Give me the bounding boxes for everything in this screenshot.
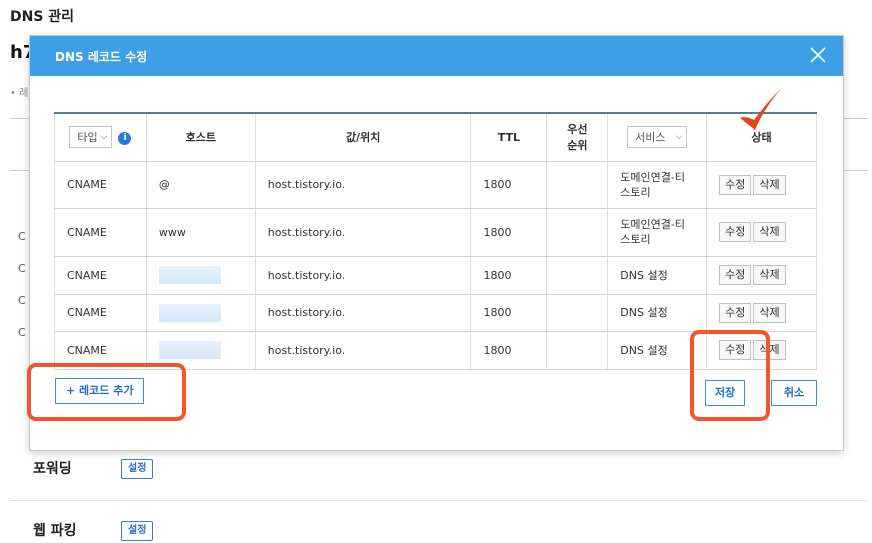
record-ttl: 1800 (470, 331, 547, 370)
close-icon[interactable] (807, 44, 829, 66)
divider (844, 170, 868, 171)
record-priority (546, 208, 608, 257)
webparking-settings-button[interactable]: 설정 (121, 521, 154, 541)
modal-header: DNS 레코드 수정 (30, 36, 843, 76)
record-priority (546, 294, 608, 332)
table-row: CNAME host.tistory.io. 1800 DNS 설정 수정 삭제 (54, 256, 817, 295)
priority-header-line1: 우선 (567, 123, 588, 137)
record-host: www (145, 208, 256, 257)
service-line: 스토리 (620, 185, 651, 199)
bg-row-fragment: C (18, 230, 26, 243)
record-value: host.tistory.io. (254, 294, 471, 332)
record-actions: 수정 삭제 (706, 161, 817, 209)
edit-record-button[interactable]: 수정 (719, 302, 752, 323)
edit-record-button[interactable]: 수정 (719, 222, 752, 242)
service-line: 도메인연결-티 (620, 170, 685, 184)
annotation-box-save (690, 330, 770, 421)
record-host: @ (145, 161, 256, 209)
bg-row-fragment: C (18, 262, 26, 275)
delete-record-button[interactable]: 삭제 (753, 265, 786, 285)
record-ttl: 1800 (470, 161, 547, 209)
chevron-down-icon: ⌵ (100, 132, 108, 143)
webparking-label: 웹 파킹 (33, 523, 77, 539)
service-line: 스토리 (620, 233, 651, 246)
type-column-header: 타입 ⌵ i (54, 112, 147, 162)
host-column-header: 호스트 (145, 112, 256, 162)
table-header-row: 타입 ⌵ i 호스트 값/위치 TTL 우선 순위 서비스 ⌵ 상태 (54, 112, 817, 162)
bg-row-fragment: C (18, 294, 26, 307)
priority-header-line2: 순위 (567, 139, 588, 153)
record-actions: 수정 삭제 (706, 294, 817, 332)
modal-title: DNS 레코드 수정 (55, 50, 148, 64)
record-priority (546, 161, 608, 209)
record-service: 도메인연결-티 스토리 (607, 161, 707, 209)
forwarding-settings-button[interactable]: 설정 (121, 459, 154, 479)
priority-column-header: 우선 순위 (546, 112, 608, 162)
page-title: DNS 관리 (10, 9, 75, 25)
record-value: host.tistory.io. (254, 161, 471, 209)
record-priority (546, 256, 608, 295)
edit-record-button[interactable]: 수정 (719, 265, 752, 285)
bullet-text: • 레 (10, 88, 29, 99)
divider (10, 500, 868, 501)
record-actions: 수정 삭제 (706, 256, 817, 295)
record-actions: 수정 삭제 (706, 208, 817, 257)
record-service: 도메인연결-티스토리 (607, 208, 707, 257)
service-select-label: 서비스 (635, 131, 666, 145)
table-row: CNAME www host.tistory.io. 1800 도메인연결-티스… (54, 208, 817, 257)
table-row: CNAME @ host.tistory.io. 1800 도메인연결-티 스토리… (54, 161, 817, 209)
record-type: CNAME (54, 294, 147, 332)
masked-host (158, 266, 221, 284)
delete-record-button[interactable]: 삭제 (753, 174, 786, 195)
record-value: host.tistory.io. (254, 208, 471, 257)
bg-row-fragment: C (18, 326, 26, 339)
delete-record-button[interactable]: 삭제 (753, 302, 786, 323)
service-column-header: 서비스 ⌵ (607, 112, 707, 162)
record-type: CNAME (54, 256, 147, 295)
record-ttl: 1800 (470, 256, 547, 295)
edit-record-button[interactable]: 수정 (719, 174, 752, 195)
record-type: CNAME (54, 161, 147, 209)
record-host (145, 256, 256, 295)
table-row: CNAME host.tistory.io. 1800 DNS 설정 수정 삭제 (54, 294, 817, 332)
cancel-button[interactable]: 취소 (771, 380, 817, 406)
record-value: host.tistory.io. (254, 331, 471, 370)
type-filter-select[interactable]: 타입 ⌵ (69, 126, 113, 149)
checkmark-icon (736, 84, 786, 138)
divider (844, 118, 868, 119)
record-priority (546, 331, 608, 370)
record-value: host.tistory.io. (254, 256, 471, 295)
record-service: DNS 설정 (607, 256, 707, 295)
info-icon[interactable]: i (118, 131, 132, 145)
delete-record-button[interactable]: 삭제 (753, 222, 786, 242)
type-select-label: 타입 (77, 131, 98, 145)
record-ttl: 1800 (470, 208, 547, 257)
masked-host (158, 341, 221, 359)
masked-host (158, 303, 221, 322)
record-host (145, 294, 256, 332)
service-line: 도메인연결-티 (620, 218, 685, 231)
ttl-column-header: TTL (470, 112, 547, 162)
annotation-box-add-record (27, 363, 186, 421)
record-type: CNAME (54, 208, 147, 257)
chevron-down-icon: ⌵ (675, 132, 683, 143)
value-column-header: 값/위치 (254, 112, 471, 162)
record-ttl: 1800 (470, 294, 547, 332)
divider (10, 118, 30, 119)
forwarding-label: 포워딩 (33, 461, 72, 477)
divider (10, 170, 30, 171)
record-service: DNS 설정 (607, 294, 707, 332)
service-filter-select[interactable]: 서비스 ⌵ (627, 126, 688, 149)
